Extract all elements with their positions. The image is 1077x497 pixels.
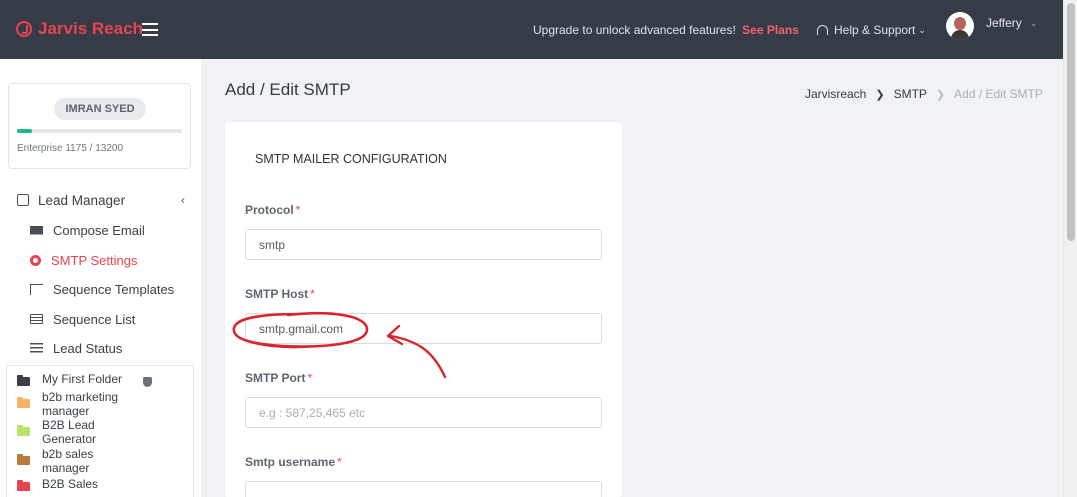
- edit-icon: [17, 194, 29, 206]
- sidebar-item-sequence-list[interactable]: Sequence List: [0, 307, 201, 331]
- folder-item[interactable]: B2B Sales: [17, 477, 132, 491]
- folder-icon: [17, 397, 30, 408]
- page-title: Add / Edit SMTP: [225, 80, 351, 99]
- plan-usage-text: Enterprise 1175 / 13200: [17, 143, 124, 154]
- smtp-port-input[interactable]: [245, 397, 602, 428]
- account-name-badge: IMRAN SYED: [54, 98, 146, 120]
- account-card: IMRAN SYED Enterprise 1175 / 13200: [8, 83, 191, 169]
- breadcrumb-current: Add / Edit SMTP: [954, 87, 1043, 101]
- folder-item[interactable]: b2b marketing manager: [17, 390, 132, 418]
- top-navbar: Jarvis Reach Upgrade to unlock advanced …: [0, 0, 1063, 59]
- chevron-down-icon: ⌄: [918, 24, 926, 35]
- smtp-config-card: SMTP MAILER CONFIGURATION Protocol * SMTP…: [225, 122, 622, 497]
- chevron-left-icon: ‹: [181, 193, 185, 207]
- logo-icon: [16, 21, 32, 37]
- smtp-username-input[interactable]: [245, 481, 602, 497]
- smtp-host-label: SMTP Host *: [245, 287, 315, 301]
- scrollbar-thumb[interactable]: [1067, 3, 1075, 241]
- folder-label: B2B Sales: [42, 477, 99, 491]
- sidebar-section-label: Lead Manager: [38, 192, 126, 208]
- sidebar: IMRAN SYED Enterprise 1175 / 13200 Lead …: [0, 59, 201, 497]
- smtp-port-label: SMTP Port *: [245, 371, 313, 385]
- sequence-icon: [30, 283, 43, 295]
- chevron-right-icon: ❯: [935, 88, 946, 101]
- folder-list: My First Folder b2b marketing manager B2…: [6, 365, 194, 497]
- list-icon: [30, 314, 43, 324]
- breadcrumb-home-link[interactable]: Jarvisreach: [805, 87, 866, 101]
- shield-icon: [143, 377, 152, 387]
- sidebar-item-label: SMTP Settings: [51, 252, 138, 268]
- folder-icon: [17, 375, 30, 386]
- smtp-host-input[interactable]: [245, 313, 602, 344]
- mail-icon: [30, 225, 43, 235]
- help-support-label: Help & Support: [834, 23, 916, 37]
- help-support-dropdown[interactable]: Help & Support ⌄: [817, 23, 926, 37]
- page-scrollbar[interactable]: [1063, 0, 1077, 497]
- folder-label: B2B Lead Generator: [42, 418, 97, 446]
- user-name: Jeffery: [986, 16, 1022, 30]
- folder-item[interactable]: B2B Lead Generator: [17, 418, 112, 446]
- sidebar-item-label: Compose Email: [53, 222, 145, 238]
- folder-item[interactable]: My First Folder: [17, 372, 162, 386]
- chevron-down-icon: ⌄: [1029, 17, 1038, 28]
- upgrade-banner: Upgrade to unlock advanced features! See…: [533, 23, 799, 37]
- sidebar-item-label: Sequence Templates: [53, 281, 175, 297]
- chevron-right-icon: ❯: [875, 88, 885, 101]
- brand-logo[interactable]: Jarvis Reach: [16, 19, 143, 39]
- avatar: [946, 12, 974, 40]
- sidebar-item-sequence-templates[interactable]: Sequence Templates: [0, 277, 201, 301]
- sidebar-item-lead-manager[interactable]: Lead Manager ‹: [0, 188, 201, 212]
- folder-label: b2b sales manager: [42, 447, 94, 475]
- smtp-username-label: Smtp username *: [245, 455, 342, 469]
- menu-toggle-icon[interactable]: [142, 23, 158, 36]
- sidebar-item-smtp-settings[interactable]: SMTP Settings: [0, 248, 201, 272]
- folder-icon: [17, 454, 30, 465]
- sidebar-item-label: Sequence List: [53, 311, 136, 327]
- protocol-input[interactable]: [245, 229, 602, 260]
- see-plans-link[interactable]: See Plans: [742, 23, 799, 37]
- credits-progress-fill: [17, 129, 32, 133]
- protocol-label: Protocol *: [245, 203, 301, 217]
- headset-icon: [817, 25, 828, 35]
- form-title: SMTP MAILER CONFIGURATION: [255, 152, 447, 166]
- folder-label: b2b marketing manager: [42, 390, 119, 418]
- gear-icon: [30, 254, 41, 266]
- brand-name: Jarvis Reach: [38, 19, 143, 38]
- upgrade-text: Upgrade to unlock advanced features!: [533, 23, 736, 37]
- breadcrumb-smtp-link[interactable]: SMTP: [894, 87, 927, 101]
- folder-item[interactable]: b2b sales manager: [17, 447, 112, 475]
- status-list-icon: [30, 343, 43, 353]
- folder-icon: [17, 425, 30, 436]
- sidebar-item-lead-status[interactable]: Lead Status: [0, 336, 201, 360]
- credits-progress-bar: [17, 129, 182, 133]
- sidebar-item-compose-email[interactable]: Compose Email: [0, 218, 201, 242]
- sidebar-item-label: Lead Status: [53, 340, 123, 356]
- breadcrumb: Jarvisreach ❯ SMTP ❯ Add / Edit SMTP: [805, 87, 1043, 101]
- user-menu[interactable]: Jeffery ⌄: [946, 12, 1037, 40]
- folder-icon: [17, 480, 30, 491]
